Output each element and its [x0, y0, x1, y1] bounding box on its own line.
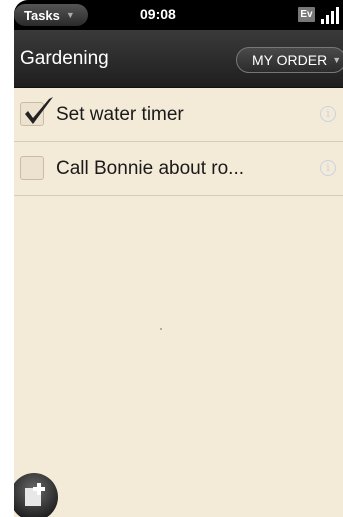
task-checkbox[interactable] [20, 156, 44, 180]
task-checkbox[interactable] [20, 97, 53, 126]
sort-order-label: MY ORDER [252, 52, 328, 68]
app-menu-label: Tasks [24, 7, 60, 23]
chevron-down-icon: ▼ [65, 10, 75, 20]
new-task-button[interactable] [14, 473, 58, 517]
status-bar: Tasks ▼ 09:08 Ev [14, 0, 343, 30]
ev-data-icon: Ev [298, 7, 315, 22]
checkmark-icon [25, 97, 53, 124]
app-menu-button[interactable]: Tasks ▼ [14, 4, 88, 26]
page-title: Gardening [20, 48, 109, 69]
screen: Tasks ▼ 09:08 Ev Gardening MY ORDER ▼ Se… [14, 0, 343, 517]
signal-strength-icon [319, 5, 343, 24]
paper-speck [160, 328, 162, 330]
info-icon[interactable]: i [320, 106, 336, 122]
task-row[interactable]: Call Bonnie about ro... i [14, 142, 343, 196]
chevron-down-icon: ▼ [332, 55, 342, 65]
sort-order-button[interactable]: MY ORDER ▼ [236, 47, 343, 73]
header: Gardening MY ORDER ▼ [14, 30, 343, 88]
task-row[interactable]: Set water timer i [14, 88, 343, 142]
info-icon[interactable]: i [320, 160, 336, 176]
device: Tasks ▼ 09:08 Ev Gardening MY ORDER ▼ Se… [0, 0, 343, 517]
task-list: Set water timer i Call Bonnie about ro..… [14, 88, 343, 196]
task-label: Set water timer [56, 104, 184, 125]
new-task-icon [25, 483, 45, 506]
task-label: Call Bonnie about ro... [56, 158, 245, 179]
clock: 09:08 [140, 6, 176, 22]
